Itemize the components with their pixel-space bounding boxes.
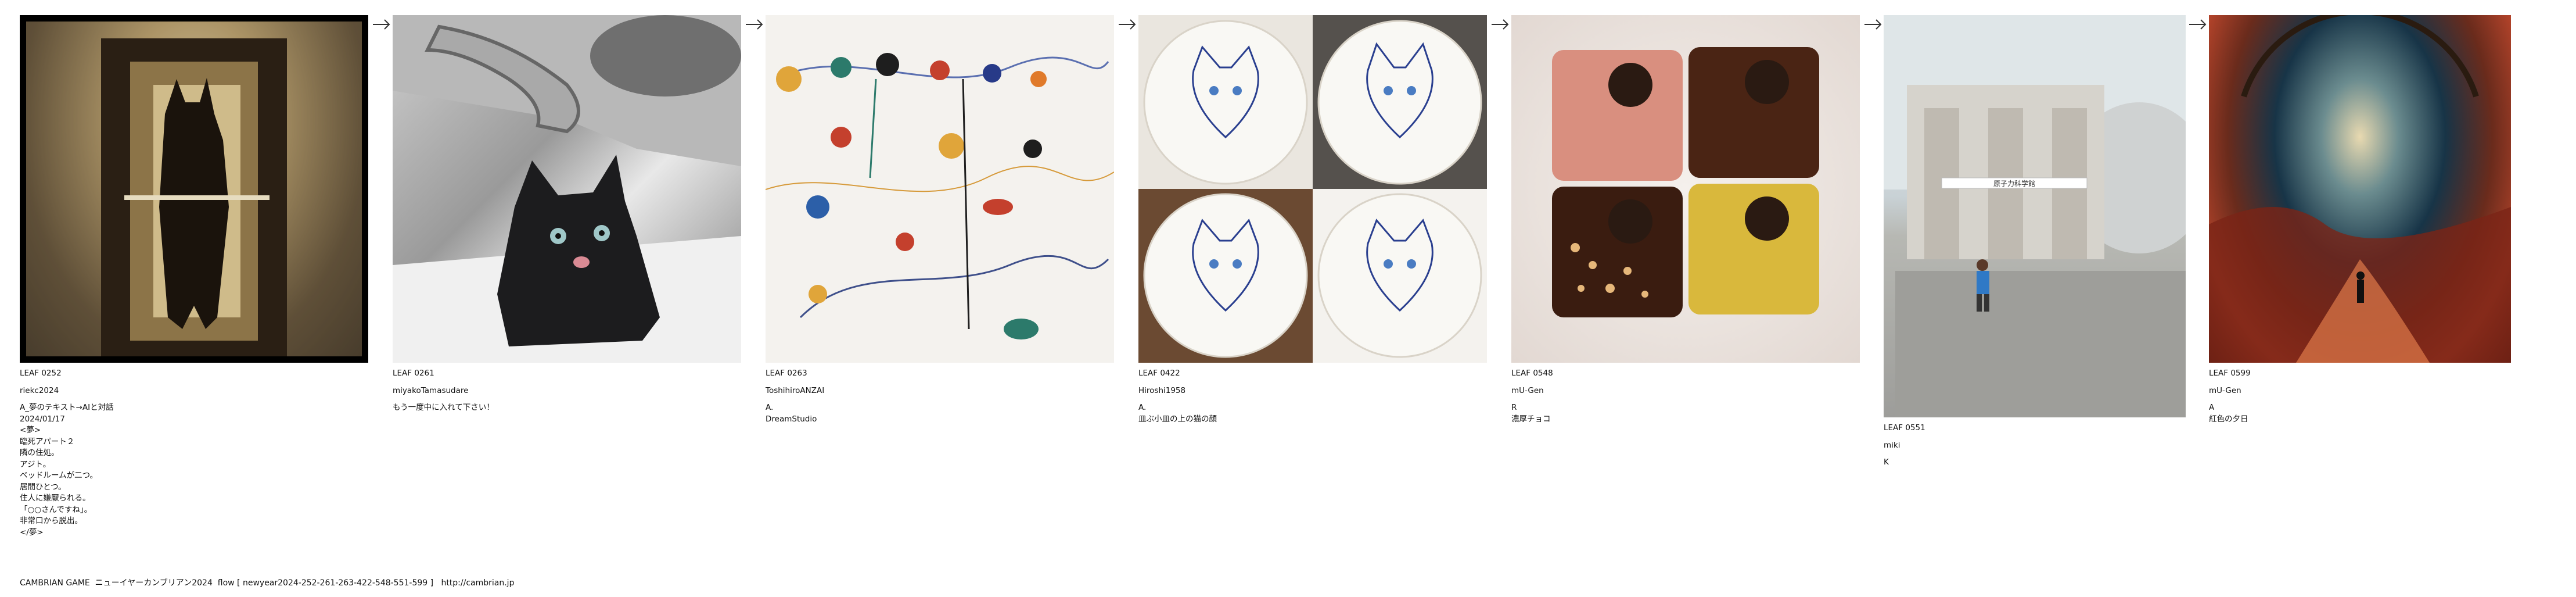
leaf-card: LEAF 0252 riekc2024 A_夢のテキスト→AIと対話 2024/… — [20, 15, 368, 538]
leaf-author[interactable]: mU-Gen — [2209, 385, 2511, 397]
leaf-text-line: ベッドルームが二つ。 — [20, 471, 98, 480]
leaf-image[interactable] — [1138, 15, 1487, 363]
leaf-text-line: R — [1511, 403, 1517, 412]
leaf-meta: LEAF 0261 miyakoTamasudare もう一度中に入れて下さい！ — [393, 368, 741, 414]
leaf-image[interactable] — [766, 15, 1114, 363]
leaf-card: 原子力科学館 LEAF 0551 miki K — [1884, 15, 2186, 469]
footer-flow-link[interactable]: CAMBRIAN GAME ニューイヤーカンブリアン2024 flow [ ne… — [20, 577, 514, 588]
sunset-figure-illustration — [2209, 15, 2511, 363]
leaf-meta: LEAF 0263 ToshihiroANZAI A. DreamStudio — [766, 368, 1114, 425]
leaf-text-line: 住人に嫌厭られる。 — [20, 494, 91, 503]
leaf-text-line: </夢> — [20, 527, 44, 537]
doorway-figure-illustration — [20, 15, 368, 363]
arrow-right-icon — [746, 19, 763, 30]
leaf-text-line: 皿ぶ小皿の上の猫の顔 — [1138, 414, 1217, 424]
leaf-image[interactable] — [1511, 15, 1860, 363]
leaf-id: LEAF 0599 — [2209, 369, 2251, 378]
arrow-right-icon — [1119, 19, 1136, 30]
arrow-right-icon — [2189, 19, 2207, 30]
leaf-text-line: 隣の住処。 — [20, 448, 59, 457]
leaf-card: LEAF 0422 Hiroshi1958 A. 皿ぶ小皿の上の猫の顔 — [1138, 15, 1487, 425]
leaf-author[interactable]: ToshihiroANZAI — [766, 385, 1114, 397]
leaf-card: LEAF 0263 ToshihiroANZAI A. DreamStudio — [766, 15, 1114, 425]
leaf-image[interactable] — [2209, 15, 2511, 363]
arrow-right-icon — [373, 19, 390, 30]
abstract-art-illustration — [766, 53, 1114, 339]
leaf-id: LEAF 0551 — [1884, 423, 1925, 432]
leaf-text-line: 臨死アパート２ — [20, 437, 75, 446]
leaf-author[interactable]: riekc2024 — [20, 385, 368, 397]
leaf-text-line: 2024/01/17 — [20, 414, 65, 424]
leaf-card: LEAF 0261 miyakoTamasudare もう一度中に入れて下さい！ — [393, 15, 741, 414]
leaf-card: LEAF 0548 mU-Gen R 濃厚チョコ — [1511, 15, 1860, 425]
chocolates-illustration — [1552, 47, 1819, 317]
leaf-meta: LEAF 0599 mU-Gen A 紅色の夕日 — [2209, 368, 2511, 425]
leaf-text-line: A — [2209, 403, 2215, 412]
leaf-text-line: 紅色の夕日 — [2209, 414, 2248, 424]
leaf-text-line: 「○○さんですね」。 — [20, 505, 92, 514]
building-photo-illustration: 原子力科学館 — [1884, 15, 2186, 417]
leaf-meta: LEAF 0551 miki K — [1884, 423, 2186, 469]
leaf-id: LEAF 0548 — [1511, 369, 1553, 378]
leaf-id: LEAF 0261 — [393, 369, 434, 378]
leaf-text-line: アジト。 — [20, 459, 51, 469]
arrow-right-icon — [1492, 19, 1509, 30]
leaf-image[interactable]: 原子力科学館 — [1884, 15, 2186, 417]
leaf-id: LEAF 0263 — [766, 369, 807, 378]
leaf-text-line: 居間ひとつ。 — [20, 482, 66, 492]
leaf-author[interactable]: miki — [1884, 440, 2186, 452]
leaf-text-line: A_夢のテキスト→AIと対話 — [20, 403, 114, 412]
leaf-text-line: 濃厚チョコ — [1511, 414, 1551, 424]
leaf-meta: LEAF 0422 Hiroshi1958 A. 皿ぶ小皿の上の猫の顔 — [1138, 368, 1487, 425]
leaf-text-line: A. — [766, 403, 774, 412]
leaf-text-line: もう一度中に入れて下さい！ — [393, 403, 494, 412]
leaf-text-line: DreamStudio — [766, 414, 817, 424]
leaf-text-line: <夢> — [20, 426, 41, 435]
leaf-image[interactable] — [20, 15, 368, 363]
arrow-right-icon — [1864, 19, 1882, 30]
leaf-meta: LEAF 0252 riekc2024 A_夢のテキスト→AIと対話 2024/… — [20, 368, 368, 538]
kitten-illustration — [393, 15, 741, 363]
leaf-id: LEAF 0422 — [1138, 369, 1180, 378]
leaf-image[interactable] — [393, 15, 741, 363]
leaf-text-line: K — [1884, 457, 1889, 467]
leaf-author[interactable]: mU-Gen — [1511, 385, 1860, 397]
leaf-card: LEAF 0599 mU-Gen A 紅色の夕日 — [2209, 15, 2511, 425]
leaf-meta: LEAF 0548 mU-Gen R 濃厚チョコ — [1511, 368, 1860, 425]
leaf-id: LEAF 0252 — [20, 369, 62, 378]
leaf-text-line: A. — [1138, 403, 1147, 412]
leaf-author[interactable]: miyakoTamasudare — [393, 385, 741, 397]
cat-plates-illustration — [1138, 15, 1487, 363]
leaf-text-line: 非常口から脱出。 — [20, 516, 82, 525]
leaf-author[interactable]: Hiroshi1958 — [1138, 385, 1487, 397]
banner-text: 原子力科学館 — [1993, 179, 2035, 188]
